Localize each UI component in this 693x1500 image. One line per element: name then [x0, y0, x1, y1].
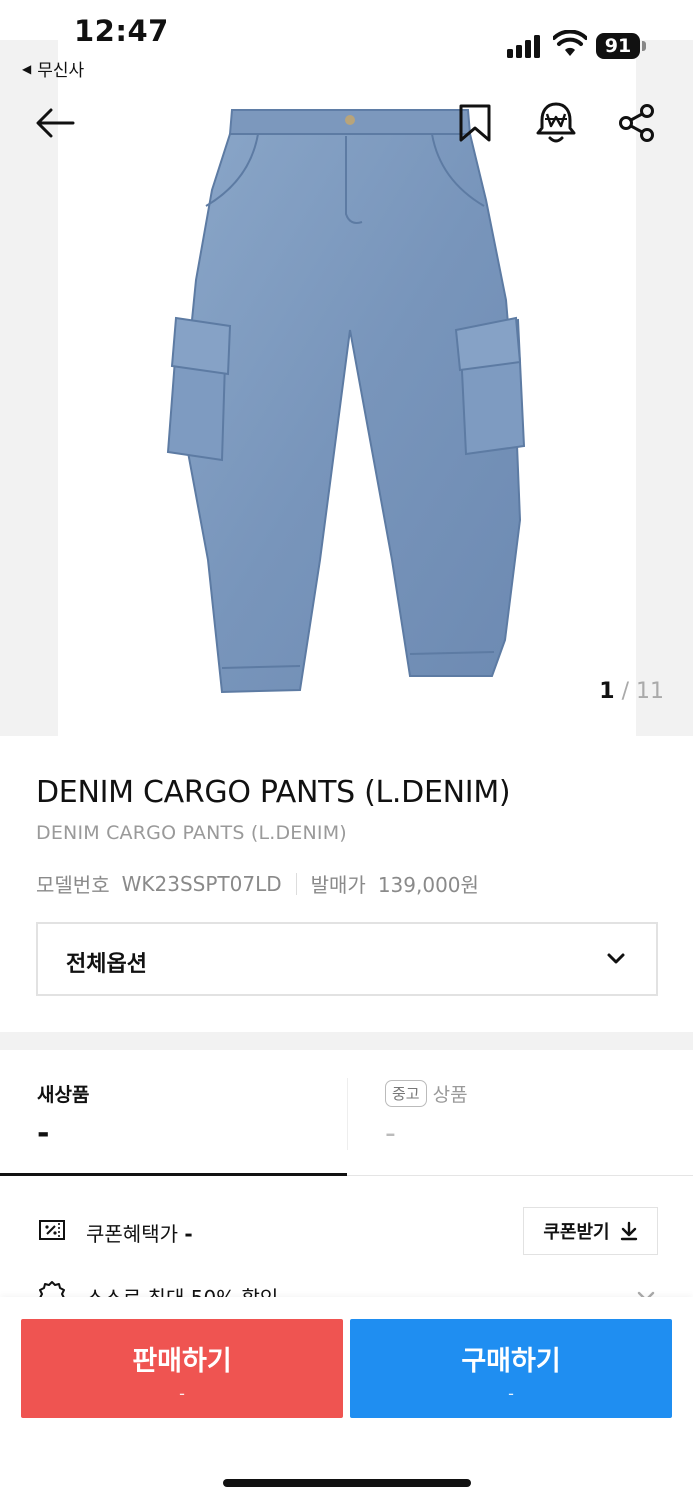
model-number-value: WK23SSPT07LD: [121, 871, 282, 896]
share-button[interactable]: [614, 100, 660, 146]
cellular-signal-icon: [507, 34, 543, 58]
tab-used-label: 상품: [432, 1084, 468, 1106]
back-arrow-icon: [36, 108, 75, 138]
image-counter: 1 / 11: [599, 679, 664, 704]
image-current: 1: [599, 679, 615, 704]
back-triangle-icon: ◀: [22, 61, 32, 76]
status-time: 12:47: [74, 14, 169, 48]
product-title: DENIM CARGO PANTS (L.DENIM): [36, 775, 511, 810]
tab-new-product[interactable]: 새상품 -: [0, 1050, 347, 1176]
get-coupon-label: 쿠폰받기: [543, 1222, 610, 1243]
buy-button-price: -: [508, 1384, 514, 1403]
battery-icon: 91: [596, 33, 646, 59]
bookmark-button[interactable]: [455, 100, 495, 146]
status-bar: 12:47 ◀ 무신사 91: [0, 0, 693, 84]
buy-button-label: 구매하기: [461, 1346, 561, 1377]
section-gap: [0, 1032, 693, 1050]
download-icon: [620, 1221, 637, 1241]
release-price-label: 발매가: [310, 873, 366, 897]
chevron-down-icon: [607, 953, 625, 964]
share-icon: [619, 104, 654, 142]
product-meta: 모델번호 WK23SSPT07LD 발매가 139,000원: [36, 869, 479, 898]
image-total: 11: [636, 679, 664, 704]
tab-used-product[interactable]: 중고 상품 -: [347, 1050, 693, 1176]
tab-used-price: -: [385, 1116, 396, 1151]
sell-button-label: 판매하기: [132, 1346, 232, 1377]
coupon-label: 쿠폰혜택가: [86, 1222, 178, 1246]
back-app-label: 무신사: [37, 61, 85, 81]
price-alert-icon: [536, 102, 576, 143]
option-select-label: 전체옵션: [66, 952, 147, 977]
release-price-value: 139,000원: [377, 873, 479, 897]
battery-level: 91: [596, 33, 640, 59]
discount-badge-icon: [39, 1281, 65, 1298]
tab-new-price: -: [37, 1116, 50, 1151]
tab-divider: [347, 1078, 348, 1150]
discount-row[interactable]: 스스로 최대 50% 할인: [0, 1276, 693, 1298]
product-subtitle: DENIM CARGO PANTS (L.DENIM): [36, 822, 347, 844]
bottom-action-bar: 판매하기 - 구매하기 -: [0, 1297, 693, 1500]
meta-divider: [295, 872, 297, 895]
wifi-icon: [553, 30, 587, 56]
coupon-icon: [39, 1220, 65, 1240]
tab-new-label: 새상품: [37, 1084, 90, 1106]
back-button[interactable]: [30, 100, 80, 146]
buy-button[interactable]: 구매하기 -: [350, 1319, 672, 1418]
product-image-cargo-jeans: [166, 109, 526, 694]
get-coupon-button[interactable]: 쿠폰받기: [523, 1207, 658, 1255]
model-number-label: 모델번호: [36, 873, 110, 897]
back-to-app-link[interactable]: ◀ 무신사: [22, 56, 84, 81]
bookmark-icon: [459, 104, 491, 142]
coupon-price: 쿠폰혜택가 -: [86, 1218, 193, 1247]
price-alert-button[interactable]: [533, 97, 579, 147]
tab-used-label-group: 중고 상품: [385, 1080, 468, 1107]
discount-text: 스스로 최대 50% 할인: [86, 1286, 279, 1298]
home-indicator[interactable]: [223, 1479, 471, 1487]
coupon-row: 쿠폰혜택가 - 쿠폰받기: [0, 1200, 693, 1260]
coupon-value: -: [184, 1222, 193, 1246]
sell-button-price: -: [179, 1384, 185, 1403]
sell-button[interactable]: 판매하기 -: [21, 1319, 343, 1418]
option-select[interactable]: 전체옵션: [36, 922, 658, 996]
used-badge: 중고: [385, 1080, 427, 1107]
image-separator: /: [621, 679, 629, 704]
